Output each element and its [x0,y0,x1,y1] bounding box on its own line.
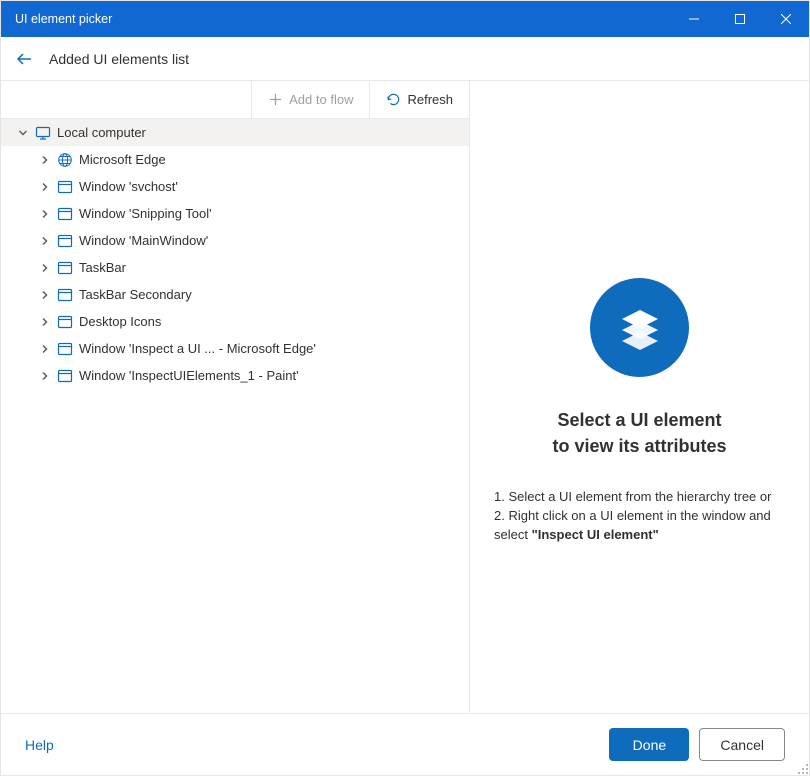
window-icon [57,368,73,384]
tree-root-label: Local computer [57,125,146,140]
tree-item[interactable]: Desktop Icons [1,308,469,335]
cancel-button[interactable]: Cancel [699,728,785,761]
resize-grip[interactable] [795,761,809,775]
monitor-icon [35,125,51,141]
plus-icon [268,92,283,107]
chevron-right-icon[interactable] [39,262,51,274]
window-icon [57,179,73,195]
done-button[interactable]: Done [609,728,689,761]
globe-icon [57,152,73,168]
tree-item-label: TaskBar Secondary [79,287,192,302]
chevron-right-icon[interactable] [39,181,51,193]
tree-root-local-computer[interactable]: Local computer [1,119,469,146]
back-arrow-icon[interactable] [15,50,33,68]
minimize-button[interactable] [671,1,717,37]
maximize-button[interactable] [717,1,763,37]
titlebar: UI element picker [1,1,809,37]
refresh-button[interactable]: Refresh [369,81,469,118]
add-to-flow-button: Add to flow [251,81,369,118]
content: Add to flow Refresh Local computer Micro… [1,81,809,713]
tree-item[interactable]: Window 'Inspect a UI ... - Microsoft Edg… [1,335,469,362]
window-title: UI element picker [15,12,671,26]
tree-item-label: Window 'MainWindow' [79,233,208,248]
chevron-right-icon[interactable] [39,343,51,355]
window-icon [57,260,73,276]
tree-item-label: Microsoft Edge [79,152,166,167]
tree-item[interactable]: TaskBar [1,254,469,281]
hierarchy-tree[interactable]: Local computer Microsoft Edge Window 'svc… [1,119,469,713]
empty-state: Select a UI element to view its attribut… [490,278,789,544]
chevron-right-icon[interactable] [39,154,51,166]
tree-item-label: TaskBar [79,260,126,275]
tree-item-label: Window 'InspectUIElements_1 - Paint' [79,368,299,383]
titlebar-controls [671,1,809,37]
toolbar: Add to flow Refresh [1,81,469,119]
tree-item-label: Window 'Snipping Tool' [79,206,212,221]
tree-item[interactable]: Window 'MainWindow' [1,227,469,254]
add-to-flow-label: Add to flow [289,92,353,107]
window-icon [57,233,73,249]
window-icon [57,341,73,357]
chevron-right-icon[interactable] [39,316,51,328]
tree-item[interactable]: Window 'svchost' [1,173,469,200]
tree-item-label: Desktop Icons [79,314,161,329]
left-pane: Add to flow Refresh Local computer Micro… [1,81,470,713]
tree-item[interactable]: Window 'InspectUIElements_1 - Paint' [1,362,469,389]
help-link[interactable]: Help [25,737,54,753]
window-icon [57,287,73,303]
chevron-right-icon[interactable] [39,370,51,382]
footer: Help Done Cancel [1,713,809,775]
chevron-right-icon[interactable] [39,289,51,301]
chevron-down-icon[interactable] [17,127,29,139]
page-title: Added UI elements list [49,51,189,67]
layers-icon [590,278,689,377]
window-icon [57,206,73,222]
tree-item[interactable]: TaskBar Secondary [1,281,469,308]
chevron-right-icon[interactable] [39,208,51,220]
empty-state-text: 1. Select a UI element from the hierarch… [490,487,789,544]
chevron-right-icon[interactable] [39,235,51,247]
header: Added UI elements list [1,37,809,81]
tree-item[interactable]: Window 'Snipping Tool' [1,200,469,227]
tree-item[interactable]: Microsoft Edge [1,146,469,173]
refresh-label: Refresh [407,92,453,107]
right-pane: Select a UI element to view its attribut… [470,81,809,713]
empty-state-title: Select a UI element to view its attribut… [552,407,726,459]
tree-item-label: Window 'Inspect a UI ... - Microsoft Edg… [79,341,316,356]
refresh-icon [386,92,401,107]
tree-item-label: Window 'svchost' [79,179,178,194]
window-icon [57,314,73,330]
close-button[interactable] [763,1,809,37]
